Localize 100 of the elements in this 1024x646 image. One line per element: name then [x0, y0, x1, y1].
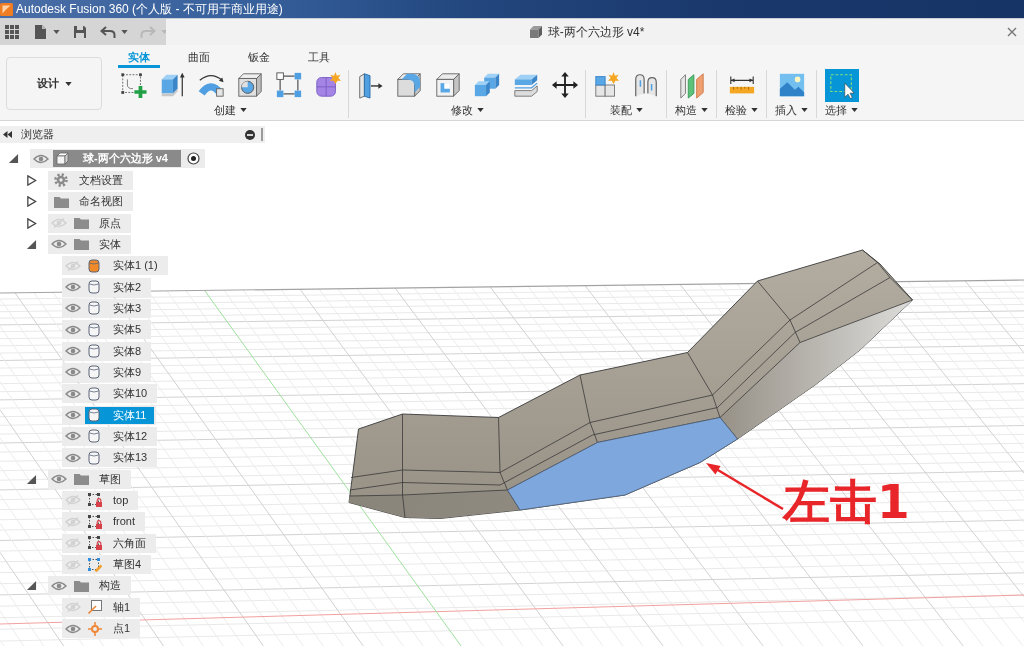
eye-icon[interactable] [65, 452, 81, 463]
undo-icon [100, 24, 116, 40]
caret-icon [476, 108, 484, 112]
folder-icon [74, 217, 89, 229]
expanded-triangle-icon[interactable] [26, 238, 37, 250]
fillet-icon [394, 71, 423, 99]
folder-icon [54, 195, 69, 208]
form-tool-button[interactable] [313, 70, 342, 100]
sketch-plus-icon [118, 71, 147, 99]
folder-icon [74, 473, 89, 486]
tree-item[interactable]: 实体3 [85, 299, 150, 317]
eye-icon[interactable] [65, 623, 81, 634]
eye-icon[interactable] [65, 303, 81, 314]
tree-item[interactable]: 实体10 [85, 385, 156, 403]
document-title: 球-两个六边形 v4* [547, 24, 645, 41]
move-tool-button[interactable] [550, 70, 579, 100]
fillet-tool-button[interactable] [394, 70, 423, 100]
select-cursor-icon [827, 71, 856, 99]
eye-icon[interactable] [51, 474, 67, 485]
ribbon-tab[interactable]: 曲面 [178, 45, 220, 68]
shell-icon [433, 71, 462, 99]
redo-icon [140, 24, 156, 40]
select-tool-button[interactable] [824, 68, 859, 102]
cube-icon [528, 25, 543, 39]
ribbon-tab[interactable]: 钣金 [238, 45, 280, 68]
activate-radio-icon[interactable] [186, 152, 200, 166]
group-menu-button[interactable]: 选择 [823, 103, 860, 117]
grid-icon [4, 24, 20, 40]
tree-item[interactable]: 实体1 (1) [85, 257, 166, 275]
group-menu-button[interactable]: 修改 [448, 103, 486, 117]
pattern-tool-button[interactable] [274, 70, 303, 100]
hole-tool-button[interactable] [235, 70, 264, 100]
expanded-triangle-icon[interactable] [8, 153, 19, 165]
collapsed-triangle-icon[interactable] [26, 174, 37, 186]
close-icon[interactable] [1007, 27, 1017, 37]
eye-icon[interactable] [65, 410, 81, 421]
combine-icon [472, 71, 501, 99]
group-menu-button[interactable]: 构造 [673, 103, 710, 117]
tree-item[interactable]: 实体 [71, 235, 129, 253]
image-icon [777, 71, 806, 99]
tree-item[interactable]: front [85, 513, 143, 531]
tree-item[interactable]: 文档设置 [51, 171, 131, 189]
new-component-icon [592, 71, 621, 99]
ribbon-tab[interactable]: 工具 [298, 45, 340, 68]
collapsed-triangle-icon[interactable] [26, 196, 37, 208]
tree-item[interactable]: 草图4 [85, 556, 150, 573]
tree-item[interactable]: 命名视图 [51, 193, 131, 211]
caret-icon [801, 108, 808, 112]
tree-item[interactable]: top [85, 491, 137, 509]
minus-circle-icon[interactable] [245, 129, 255, 140]
caret-icon [635, 108, 643, 112]
workspace-button[interactable]: 设计 [6, 57, 102, 110]
eye-icon[interactable] [33, 153, 49, 164]
move-icon [550, 71, 579, 99]
collapse-icon[interactable] [3, 131, 12, 138]
eye-icon[interactable] [65, 346, 81, 357]
collapsed-triangle-icon[interactable] [26, 217, 37, 229]
group-menu-button[interactable]: 插入 [773, 103, 810, 117]
tree-item[interactable]: 实体12 [85, 427, 156, 445]
tree-item[interactable]: 轴1 [85, 598, 139, 616]
tree-item[interactable]: 实体5 [85, 321, 150, 339]
caret-icon [239, 108, 247, 112]
folder-icon [74, 238, 89, 251]
tree-item[interactable]: 点1 [85, 620, 139, 638]
tree-item[interactable]: 实体9 [85, 363, 150, 381]
group-menu-button[interactable]: 检验 [723, 103, 760, 117]
expanded-triangle-icon[interactable] [26, 580, 37, 592]
caret-icon [64, 81, 72, 86]
eye-icon[interactable] [65, 388, 81, 399]
folder-icon [74, 579, 89, 592]
group-menu-button[interactable]: 创建 [211, 103, 249, 117]
tree-item[interactable]: 草图 [71, 470, 129, 488]
eye-icon[interactable] [65, 367, 81, 378]
plane-tool-button[interactable] [677, 70, 706, 100]
caret-icon [851, 108, 858, 112]
eye-icon[interactable] [65, 282, 81, 293]
tree-item[interactable]: 实体2 [85, 278, 150, 296]
browser-title: 浏览器 [21, 127, 54, 143]
eye-icon[interactable] [51, 580, 67, 591]
component-tool-button[interactable] [592, 70, 621, 100]
shell-tool-button[interactable] [433, 70, 462, 100]
tree-item[interactable]: 原点 [71, 214, 129, 232]
eye-icon[interactable] [65, 431, 81, 442]
tree-item[interactable]: 实体13 [85, 449, 156, 467]
group-menu-button[interactable]: 装配 [607, 103, 645, 117]
tree-item[interactable]: 构造 [71, 577, 129, 595]
eye-icon[interactable] [51, 239, 67, 250]
pattern-icon [274, 71, 303, 99]
plane-icon [677, 71, 706, 99]
expanded-triangle-icon[interactable] [26, 473, 37, 485]
hole-icon [235, 71, 264, 99]
axis-icon [88, 600, 102, 615]
tree-item[interactable]: 六角面 [85, 534, 154, 552]
point-icon [88, 621, 102, 636]
sketch-tool-button[interactable] [118, 70, 147, 100]
document-icon [32, 24, 48, 40]
tree-item[interactable]: 实体8 [85, 342, 150, 360]
eye-icon[interactable] [65, 324, 81, 335]
window-title: Autodesk Fusion 360 (个人版 - 不可用于商业用途) [16, 1, 283, 18]
caret-icon [701, 108, 708, 112]
